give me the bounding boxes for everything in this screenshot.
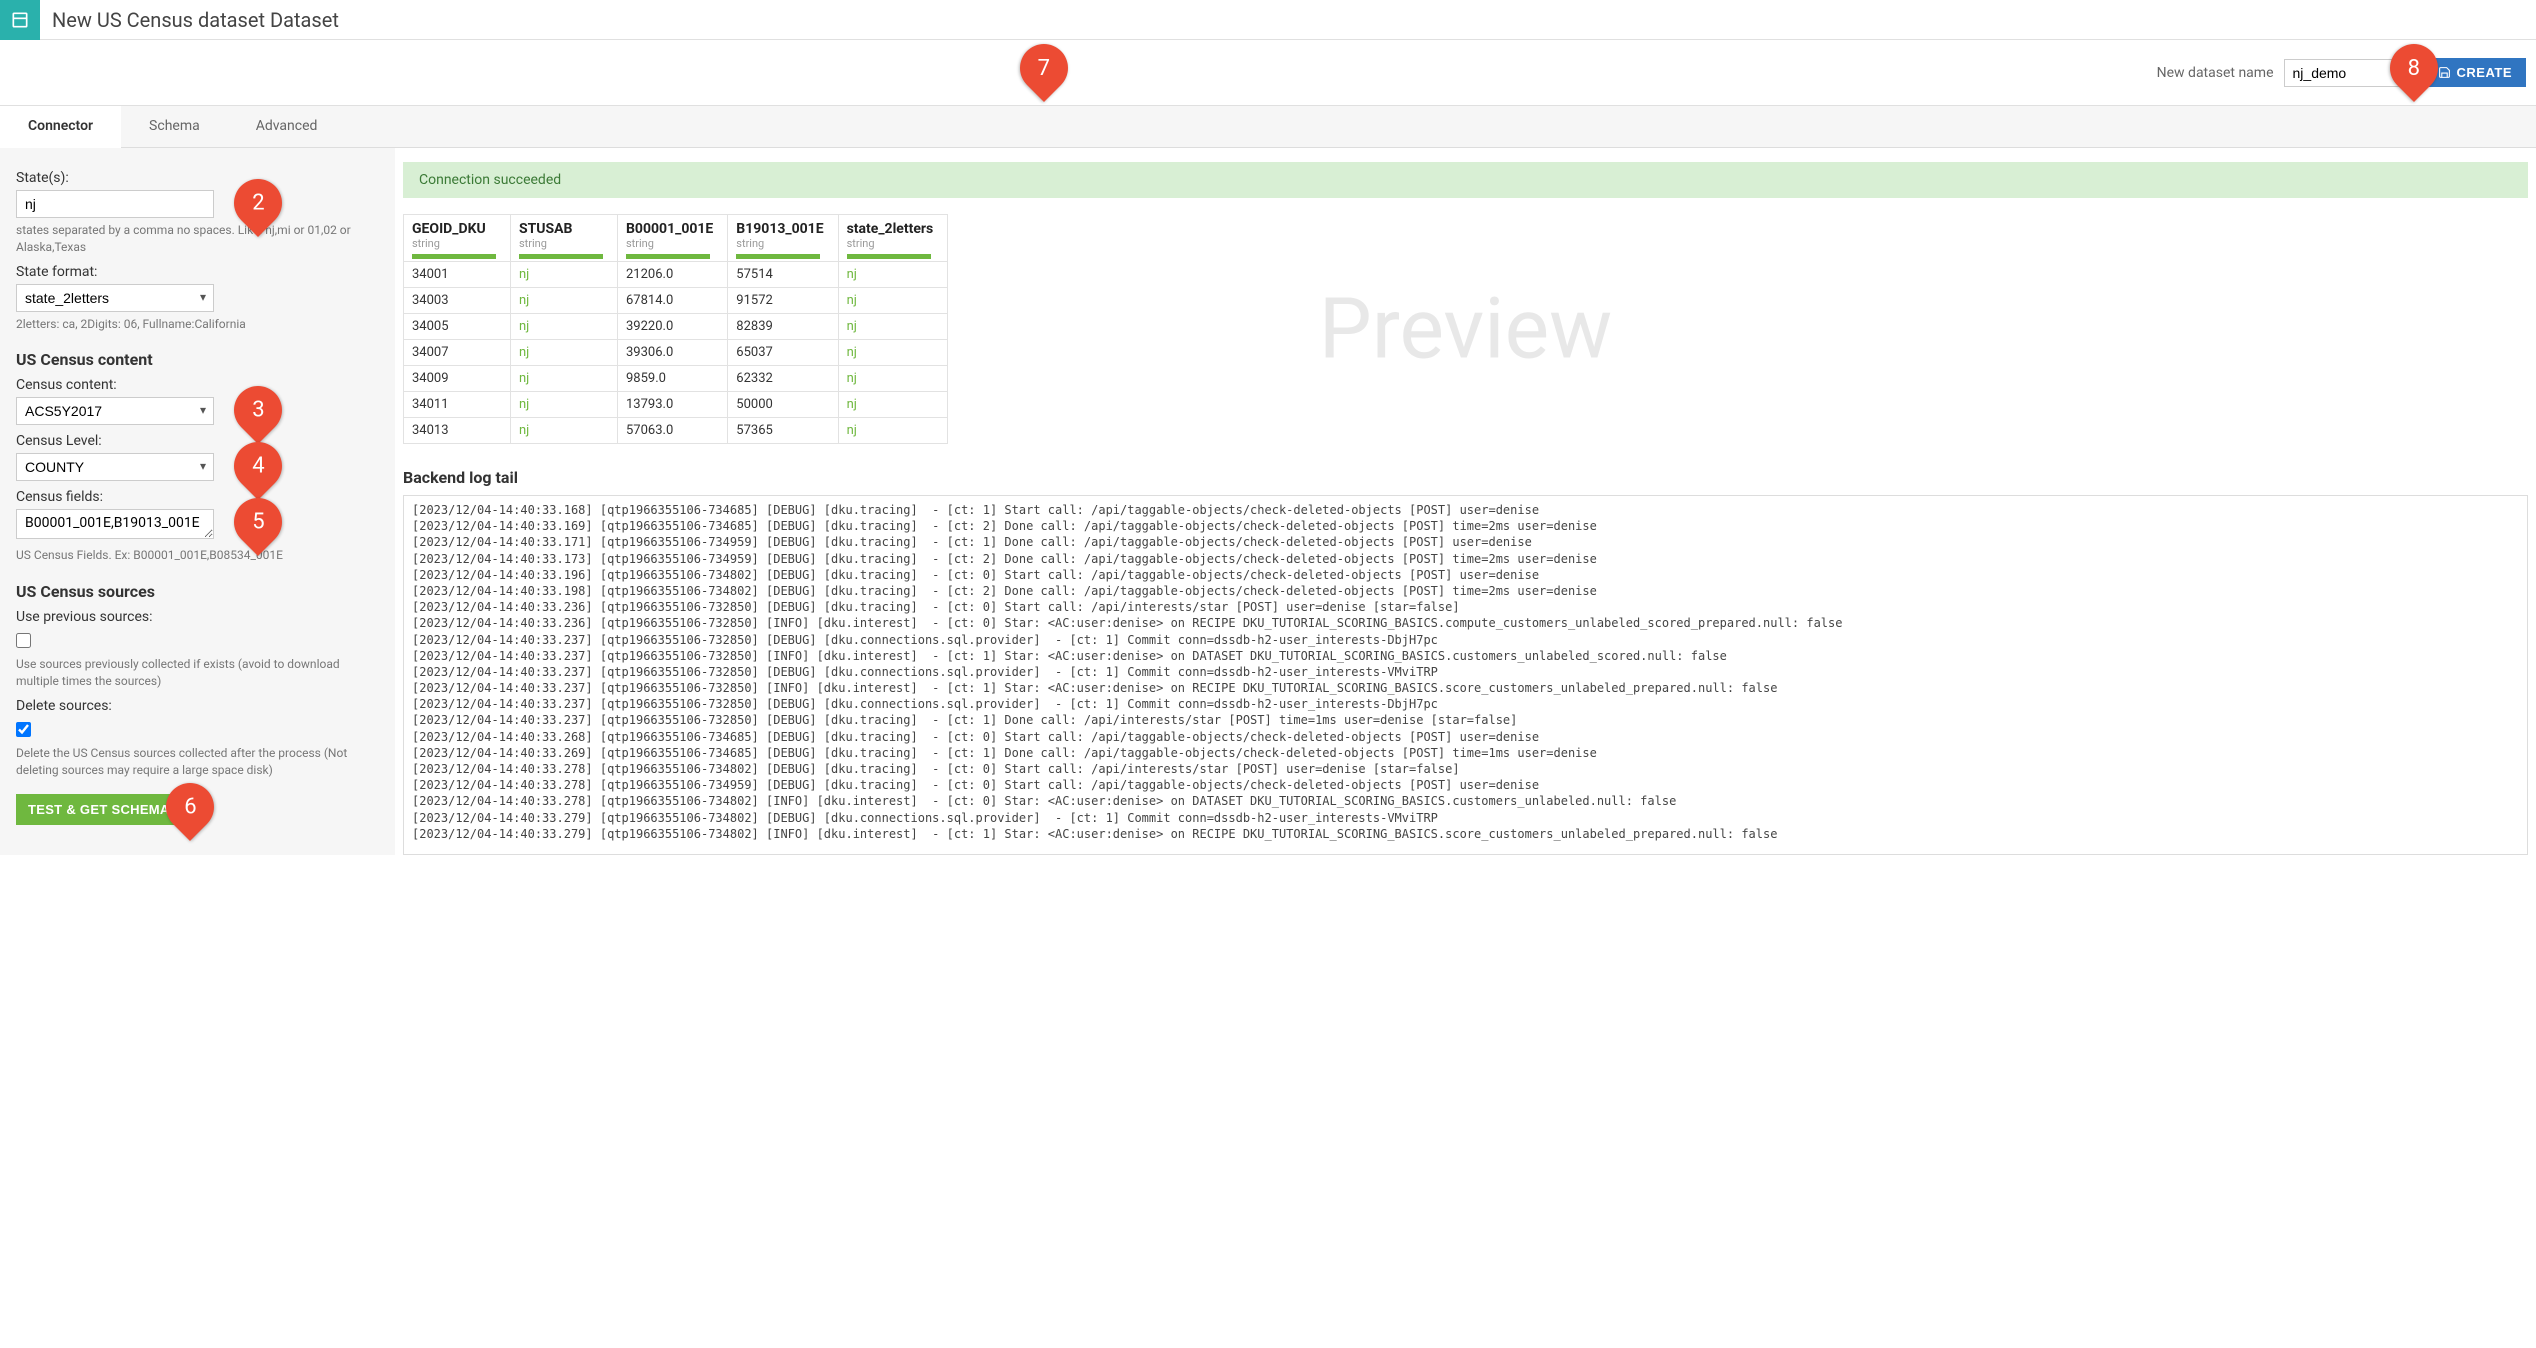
table-cell: 9859.0 xyxy=(618,366,728,392)
table-cell: 50000 xyxy=(728,392,838,418)
delete-checkbox[interactable] xyxy=(16,722,31,737)
table-cell: 39220.0 xyxy=(618,314,728,340)
table-row: 34013nj57063.057365nj xyxy=(404,418,948,444)
table-row: 34001nj21206.057514nj xyxy=(404,262,948,288)
tab-connector[interactable]: Connector xyxy=(0,106,121,148)
dataset-icon xyxy=(0,0,40,40)
table-cell: nj xyxy=(838,314,948,340)
table-row: 34007nj39306.065037nj xyxy=(404,340,948,366)
test-schema-button[interactable]: TEST & GET SCHEMA xyxy=(16,794,182,825)
table-cell: nj xyxy=(838,262,948,288)
table-cell: nj xyxy=(511,366,618,392)
table-cell: 57063.0 xyxy=(618,418,728,444)
census-fields-label: Census fields: xyxy=(16,489,379,505)
tabs: Connector Schema Advanced xyxy=(0,106,2536,148)
state-format-label: State format: xyxy=(16,264,379,280)
table-cell: 13793.0 xyxy=(618,392,728,418)
census-sources-heading: US Census sources xyxy=(16,582,379,601)
census-content-select[interactable]: ACS5Y2017 xyxy=(16,397,214,425)
table-cell: 57514 xyxy=(728,262,838,288)
table-cell: 65037 xyxy=(728,340,838,366)
table-cell: nj xyxy=(511,314,618,340)
census-fields-help: US Census Fields. Ex: B00001_001E,B08534… xyxy=(16,547,379,564)
table-cell: nj xyxy=(838,366,948,392)
page-title: New US Census dataset Dataset xyxy=(52,8,339,32)
success-banner: Connection succeeded xyxy=(403,162,2528,198)
delete-help: Delete the US Census sources collected a… xyxy=(16,745,379,779)
state-format-help: 2letters: ca, 2Digits: 06, Fullname:Cali… xyxy=(16,316,379,333)
table-cell: 82839 xyxy=(728,314,838,340)
table-cell: nj xyxy=(511,262,618,288)
table-cell: 34007 xyxy=(404,340,511,366)
table-cell: nj xyxy=(511,340,618,366)
census-content-heading: US Census content xyxy=(16,350,379,369)
table-cell: nj xyxy=(511,392,618,418)
table-row: 34003nj67814.091572nj xyxy=(404,288,948,314)
new-dataset-label: New dataset name xyxy=(2157,65,2274,81)
census-level-select[interactable]: COUNTY xyxy=(16,453,214,481)
column-header[interactable]: state_2lettersstring xyxy=(838,215,948,262)
sidebar: State(s): 2 states separated by a comma … xyxy=(0,148,395,855)
use-prev-help: Use sources previously collected if exis… xyxy=(16,656,379,690)
page-header: New US Census dataset Dataset xyxy=(0,0,2536,40)
table-cell: nj xyxy=(838,418,948,444)
table-cell: 34003 xyxy=(404,288,511,314)
table-cell: 39306.0 xyxy=(618,340,728,366)
column-header[interactable]: B00001_001Estring xyxy=(618,215,728,262)
table-cell: nj xyxy=(838,288,948,314)
preview-watermark: Preview xyxy=(1319,280,1612,379)
table-cell: nj xyxy=(511,288,618,314)
state-format-select[interactable]: state_2letters xyxy=(16,284,214,312)
column-header[interactable]: B19013_001Estring xyxy=(728,215,838,262)
census-content-label: Census content: xyxy=(16,377,379,393)
tab-advanced[interactable]: Advanced xyxy=(228,106,346,147)
table-cell: nj xyxy=(511,418,618,444)
column-header[interactable]: GEOID_DKUstring xyxy=(404,215,511,262)
log-heading: Backend log tail xyxy=(403,468,2528,487)
create-row: 7 New dataset name 8 CREATE xyxy=(0,40,2536,106)
table-cell: 34013 xyxy=(404,418,511,444)
table-cell: 62332 xyxy=(728,366,838,392)
table-cell: 67814.0 xyxy=(618,288,728,314)
table-cell: 34001 xyxy=(404,262,511,288)
table-cell: 91572 xyxy=(728,288,838,314)
use-prev-checkbox[interactable] xyxy=(16,633,31,648)
preview-table: GEOID_DKUstringSTUSABstringB00001_001Est… xyxy=(403,214,948,444)
states-label: State(s): xyxy=(16,170,379,186)
states-help: states separated by a comma no spaces. L… xyxy=(16,222,379,256)
states-input[interactable] xyxy=(16,190,214,218)
save-icon xyxy=(2438,66,2451,79)
create-button[interactable]: CREATE xyxy=(2424,58,2526,87)
table-cell: 57365 xyxy=(728,418,838,444)
table-row: 34011nj13793.050000nj xyxy=(404,392,948,418)
table-row: 34005nj39220.082839nj xyxy=(404,314,948,340)
table-cell: 21206.0 xyxy=(618,262,728,288)
table-cell: 34011 xyxy=(404,392,511,418)
census-fields-input[interactable]: B00001_001E,B19013_001E xyxy=(16,509,214,539)
callout-8: 8 xyxy=(2380,34,2448,102)
table-cell: 34009 xyxy=(404,366,511,392)
column-header[interactable]: STUSABstring xyxy=(511,215,618,262)
table-cell: nj xyxy=(838,340,948,366)
delete-label: Delete sources: xyxy=(16,698,379,714)
census-level-label: Census Level: xyxy=(16,433,379,449)
table-row: 34009nj9859.062332nj xyxy=(404,366,948,392)
table-cell: 34005 xyxy=(404,314,511,340)
preview-wrap: Preview GEOID_DKUstringSTUSABstringB0000… xyxy=(403,214,2528,444)
tab-schema[interactable]: Schema xyxy=(121,106,228,147)
content: Connection succeeded Preview GEOID_DKUst… xyxy=(395,148,2536,855)
table-cell: nj xyxy=(838,392,948,418)
use-prev-label: Use previous sources: xyxy=(16,609,379,625)
log-box[interactable]: [2023/12/04-14:40:33.168] [qtp1966355106… xyxy=(403,495,2528,855)
callout-7: 7 xyxy=(1010,34,1078,102)
callout-6: 6 xyxy=(156,773,224,841)
